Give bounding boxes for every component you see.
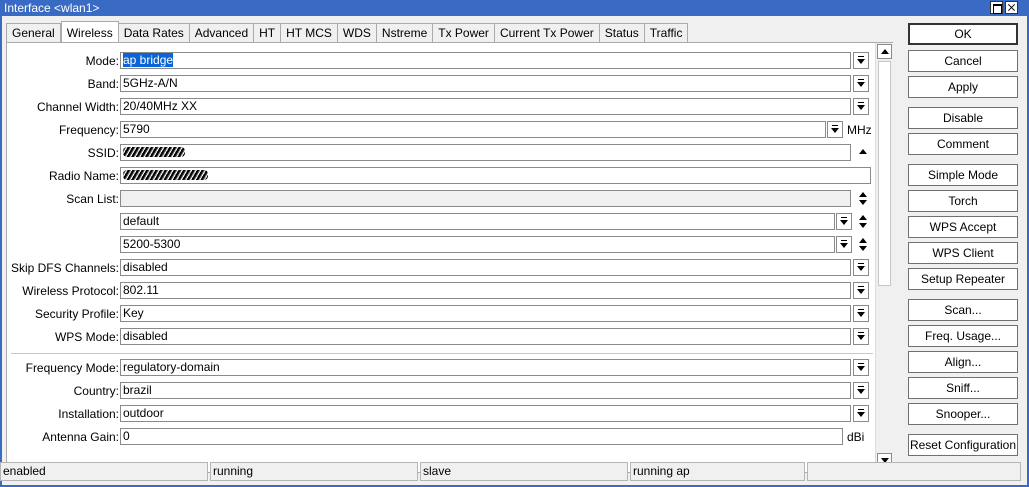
- status-bar: enabled running slave running ap: [0, 462, 1025, 482]
- tab-nstreme[interactable]: Nstreme: [376, 23, 434, 42]
- country-select[interactable]: brazil: [120, 382, 851, 399]
- antenna-gain-unit: dBi: [847, 430, 865, 444]
- redacted-scribble: [123, 147, 185, 157]
- tab-current-tx-power[interactable]: Current Tx Power: [494, 23, 600, 42]
- cancel-button[interactable]: Cancel: [908, 50, 1018, 72]
- simple-mode-button[interactable]: Simple Mode: [908, 164, 1018, 186]
- vertical-scrollbar[interactable]: [875, 43, 893, 472]
- security-profile-select[interactable]: Key: [120, 305, 851, 322]
- antenna-gain-label: Antenna Gain:: [42, 430, 119, 444]
- scan-list-updown-icon[interactable]: [857, 190, 869, 207]
- frequency-label: Frequency:: [58, 123, 119, 137]
- frequency-select[interactable]: 5790: [120, 121, 826, 138]
- close-icon[interactable]: [1005, 1, 1018, 14]
- wireless-protocol-dropdown-icon[interactable]: [853, 282, 869, 299]
- mode-select[interactable]: ap bridge: [120, 52, 851, 69]
- radio-name-label: Radio Name:: [48, 169, 119, 183]
- sniff-button[interactable]: Sniff...: [908, 377, 1018, 399]
- skip-dfs-dropdown-icon[interactable]: [853, 259, 869, 276]
- wps-client-button[interactable]: WPS Client: [908, 242, 1018, 264]
- ssid-collapse-icon[interactable]: [857, 144, 869, 161]
- maximize-icon[interactable]: [990, 1, 1003, 14]
- installation-label: Installation:: [58, 407, 119, 421]
- snooper-button[interactable]: Snooper...: [908, 403, 1018, 425]
- security-profile-dropdown-icon[interactable]: [853, 305, 869, 322]
- disable-button[interactable]: Disable: [908, 107, 1018, 129]
- antenna-gain-input[interactable]: 0: [120, 428, 843, 445]
- frequency-mode-dropdown-icon[interactable]: [853, 359, 869, 376]
- ssid-label: SSID:: [87, 146, 119, 160]
- section-divider: [11, 353, 873, 354]
- wps-mode-select[interactable]: disabled: [120, 328, 851, 345]
- redacted-scribble: [123, 170, 208, 180]
- scrollbar-thumb[interactable]: [878, 61, 891, 286]
- channel-width-dropdown-icon[interactable]: [853, 98, 869, 115]
- radio-name-input[interactable]: [120, 167, 871, 184]
- frequency-mode-select[interactable]: regulatory-domain: [120, 359, 851, 376]
- wireless-settings-panel: Mode: ap bridge Band: 5GHz-A/N Channel W…: [6, 42, 893, 473]
- channel-width-label: Channel Width:: [36, 100, 119, 114]
- status-empty: [807, 462, 1021, 481]
- tab-data-rates[interactable]: Data Rates: [118, 23, 190, 42]
- reset-configuration-button[interactable]: Reset Configuration: [908, 434, 1018, 456]
- ok-button[interactable]: OK: [908, 23, 1018, 45]
- mode-value: ap bridge: [123, 53, 174, 67]
- scan-list-item-dropdown-icon[interactable]: [836, 213, 852, 230]
- window-frame: General Wireless Data Rates Advanced HT …: [0, 16, 1029, 487]
- tab-status[interactable]: Status: [599, 23, 645, 42]
- status-running-ap: running ap: [630, 462, 805, 481]
- installation-dropdown-icon[interactable]: [853, 405, 869, 422]
- comment-button[interactable]: Comment: [908, 133, 1018, 155]
- apply-button[interactable]: Apply: [908, 76, 1018, 98]
- tab-ht-mcs[interactable]: HT MCS: [281, 23, 338, 42]
- frequency-dropdown-icon[interactable]: [827, 121, 843, 138]
- scan-list-item-updown-icon[interactable]: [857, 213, 869, 230]
- scan-list-input[interactable]: [120, 190, 851, 207]
- window-titlebar: Interface <wlan1>: [0, 0, 1029, 16]
- mode-label: Mode:: [85, 54, 119, 68]
- scan-button[interactable]: Scan...: [908, 299, 1018, 321]
- scan-list-label: Scan List:: [66, 192, 119, 206]
- wps-mode-dropdown-icon[interactable]: [853, 328, 869, 345]
- status-slave: slave: [420, 462, 628, 481]
- torch-button[interactable]: Torch: [908, 190, 1018, 212]
- installation-select[interactable]: outdoor: [120, 405, 851, 422]
- scan-list-item-dropdown-icon[interactable]: [836, 236, 852, 253]
- window-title: Interface <wlan1>: [4, 1, 100, 15]
- scan-list-item-default[interactable]: default: [120, 213, 835, 230]
- tab-wds[interactable]: WDS: [337, 23, 377, 42]
- scan-list-item-updown-icon[interactable]: [857, 236, 869, 253]
- skip-dfs-label: Skip DFS Channels:: [10, 261, 119, 275]
- country-dropdown-icon[interactable]: [853, 382, 869, 399]
- tab-traffic[interactable]: Traffic: [644, 23, 689, 42]
- tab-tx-power[interactable]: Tx Power: [433, 23, 495, 42]
- scroll-up-icon[interactable]: [877, 44, 892, 59]
- ssid-input[interactable]: [120, 144, 851, 161]
- tab-wireless[interactable]: Wireless: [60, 21, 119, 42]
- setup-repeater-button[interactable]: Setup Repeater: [908, 268, 1018, 290]
- channel-width-select[interactable]: 20/40MHz XX: [120, 98, 851, 115]
- band-select[interactable]: 5GHz-A/N: [120, 75, 851, 92]
- tab-general[interactable]: General: [6, 23, 61, 42]
- wireless-protocol-select[interactable]: 802.11: [120, 282, 851, 299]
- wireless-protocol-label: Wireless Protocol:: [22, 284, 119, 298]
- frequency-unit: MHz: [847, 123, 872, 137]
- scan-list-item-5200-5300[interactable]: 5200-5300: [120, 236, 835, 253]
- band-label: Band:: [87, 77, 119, 91]
- skip-dfs-select[interactable]: disabled: [120, 259, 851, 276]
- tab-advanced[interactable]: Advanced: [189, 23, 255, 42]
- country-label: Country:: [73, 384, 119, 398]
- status-running: running: [210, 462, 418, 481]
- wps-mode-label: WPS Mode:: [54, 330, 119, 344]
- wps-accept-button[interactable]: WPS Accept: [908, 216, 1018, 238]
- mode-dropdown-icon[interactable]: [853, 52, 869, 69]
- security-profile-label: Security Profile:: [34, 307, 119, 321]
- status-enabled: enabled: [0, 462, 208, 481]
- band-dropdown-icon[interactable]: [853, 75, 869, 92]
- freq-usage-button[interactable]: Freq. Usage...: [908, 325, 1018, 347]
- tab-bar: General Wireless Data Rates Advanced HT …: [6, 21, 689, 42]
- align-button[interactable]: Align...: [908, 351, 1018, 373]
- tab-ht[interactable]: HT: [254, 23, 282, 42]
- frequency-mode-label: Frequency Mode:: [25, 361, 119, 375]
